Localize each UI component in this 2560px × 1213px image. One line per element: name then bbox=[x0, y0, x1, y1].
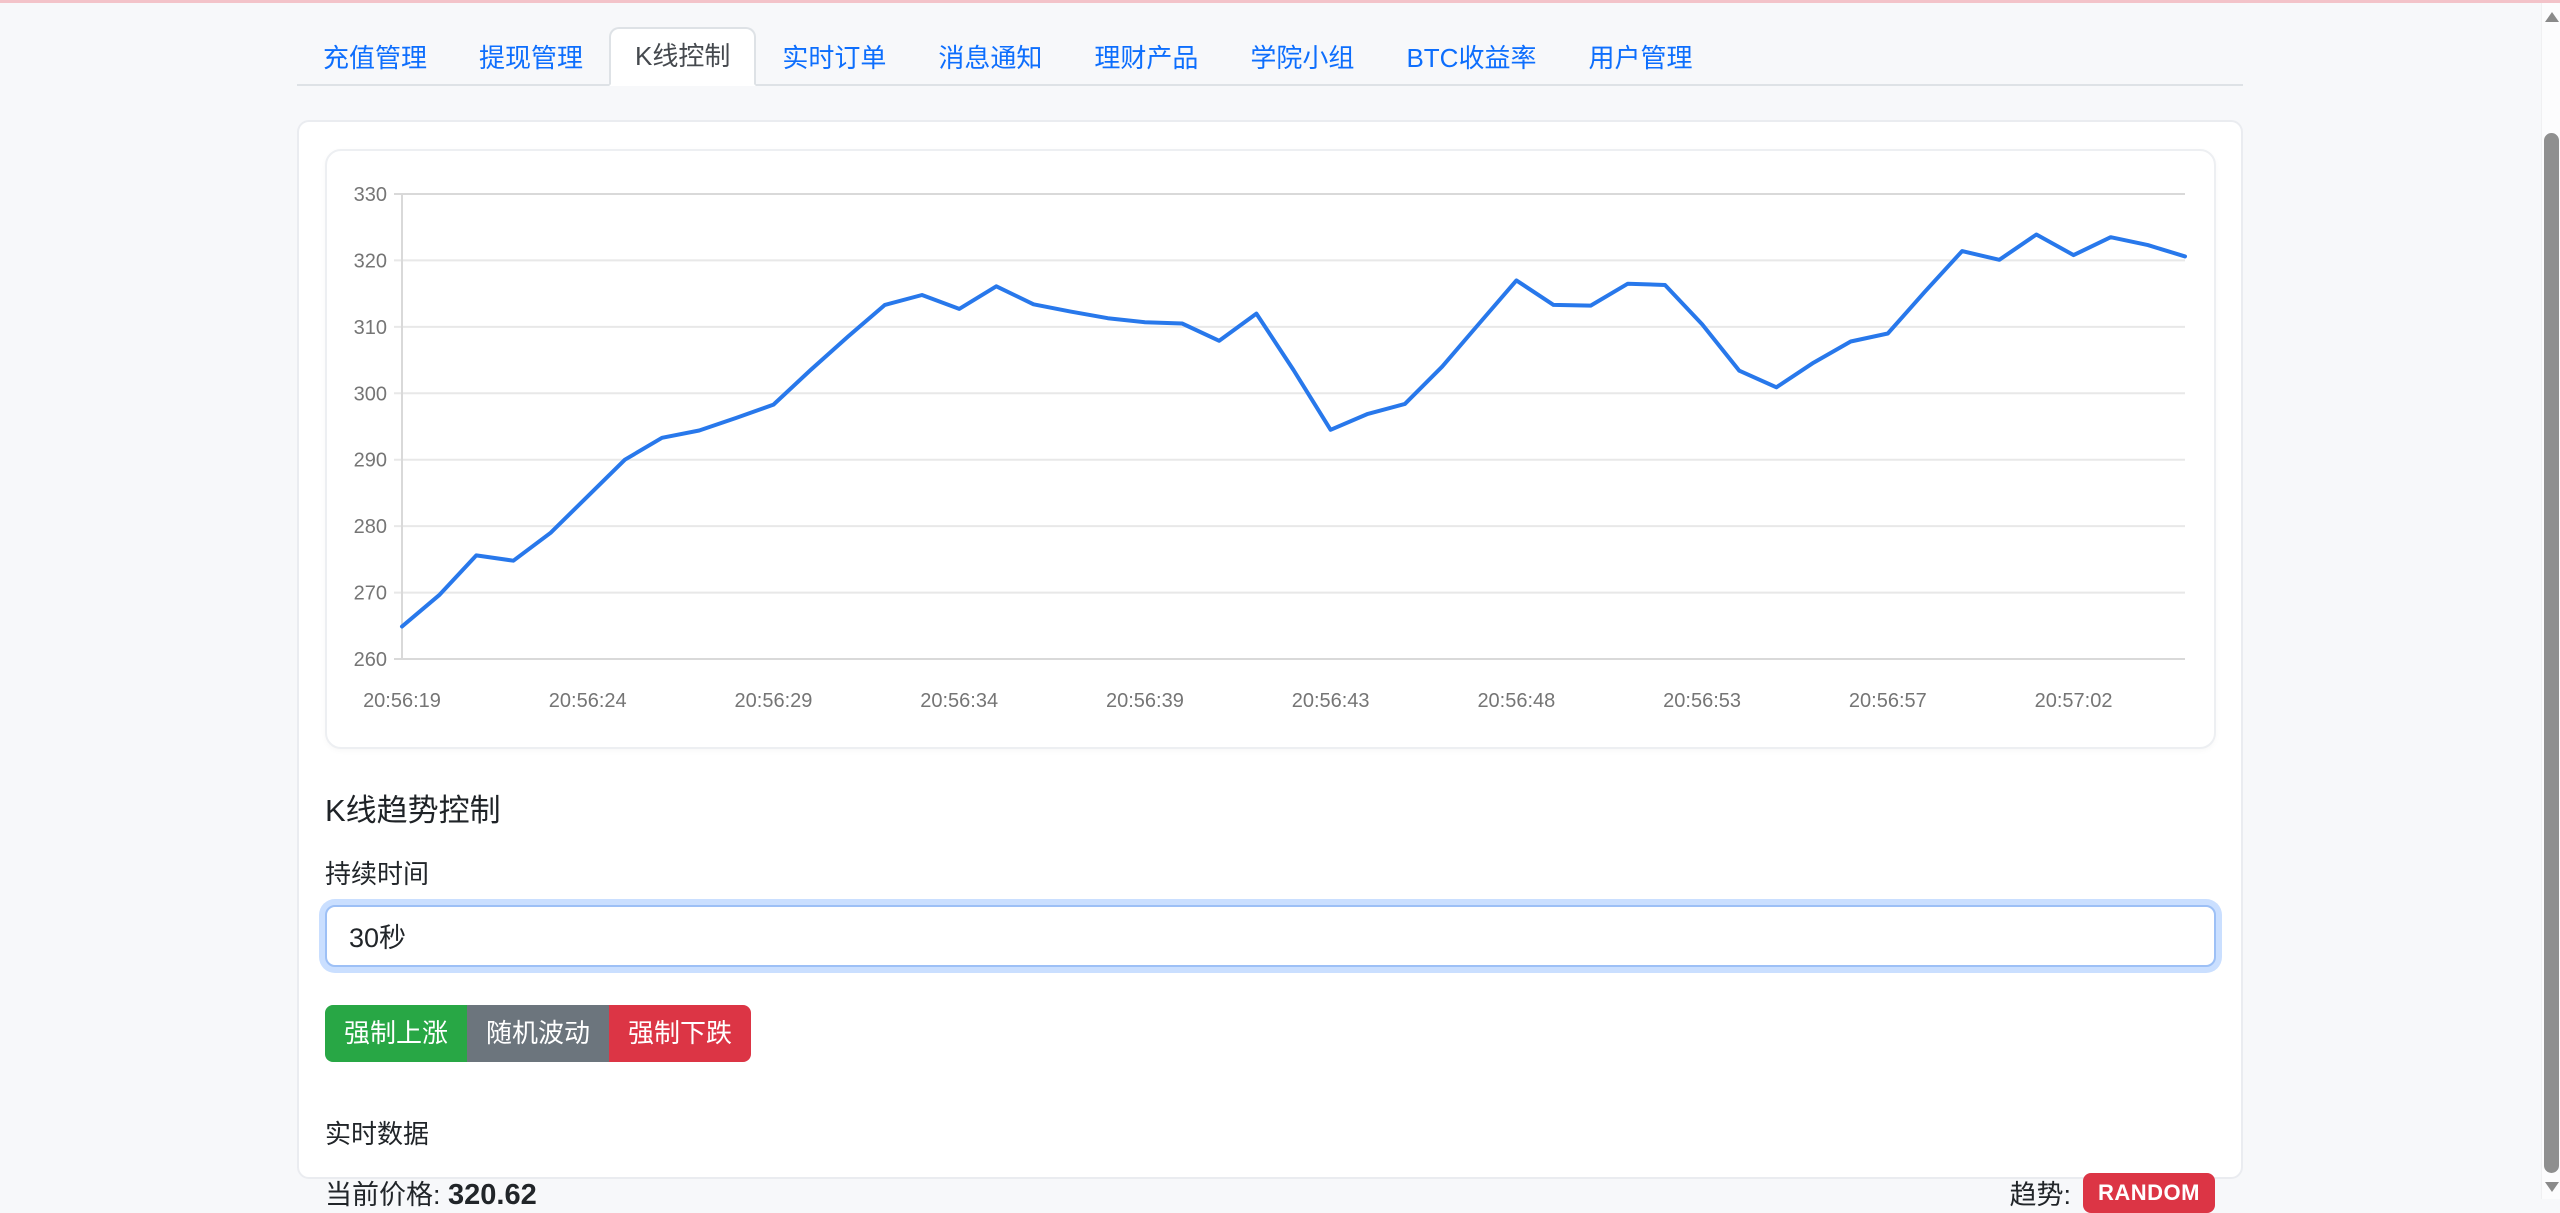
trend-badge: RANDOM bbox=[2083, 1173, 2215, 1213]
tab-message-notice[interactable]: 消息通知 bbox=[912, 29, 1068, 86]
svg-text:20:57:02: 20:57:02 bbox=[2035, 690, 2113, 712]
force-down-button[interactable]: 强制下跌 bbox=[609, 1005, 751, 1062]
tab-recharge-management[interactable]: 充值管理 bbox=[297, 29, 453, 86]
top-accent-strip bbox=[0, 0, 2560, 3]
svg-text:270: 270 bbox=[354, 582, 387, 604]
duration-input[interactable] bbox=[325, 905, 2216, 967]
scroll-up-icon[interactable] bbox=[2545, 12, 2559, 22]
current-price-label: 当前价格: bbox=[325, 1180, 441, 1210]
svg-text:20:56:34: 20:56:34 bbox=[920, 690, 998, 712]
kline-panel: 260 270 280 290 300 310 320 330 20:56:19 20:56:24… bbox=[297, 120, 2243, 1179]
force-up-button[interactable]: 强制上涨 bbox=[325, 1005, 467, 1062]
nav-tabs: 充值管理提现管理K线控制实时订单消息通知理财产品学院小组BTC收益率用户管理 bbox=[297, 27, 2243, 86]
tab-btc-yield[interactable]: BTC收益率 bbox=[1380, 29, 1562, 86]
tab-withdraw-management[interactable]: 提现管理 bbox=[453, 29, 609, 86]
price-chart-card: 260 270 280 290 300 310 320 330 20:56:19 20:56:24… bbox=[325, 149, 2216, 749]
tab-realtime-orders[interactable]: 实时订单 bbox=[756, 29, 912, 86]
scroll-down-icon[interactable] bbox=[2545, 1182, 2559, 1192]
realtime-row: 当前价格: 320.62 趋势: RANDOM bbox=[325, 1173, 2215, 1213]
tab-kline-control[interactable]: K线控制 bbox=[609, 27, 756, 86]
svg-text:300: 300 bbox=[354, 383, 387, 405]
svg-text:20:56:48: 20:56:48 bbox=[1477, 690, 1555, 712]
svg-text:290: 290 bbox=[354, 449, 387, 471]
svg-text:20:56:19: 20:56:19 bbox=[363, 690, 441, 712]
trend-button-group: 强制上涨 随机波动 强制下跌 bbox=[325, 1005, 751, 1062]
svg-text:20:56:39: 20:56:39 bbox=[1106, 690, 1184, 712]
current-price-value: 320.62 bbox=[448, 1179, 537, 1211]
svg-text:20:56:53: 20:56:53 bbox=[1663, 690, 1741, 712]
tab-academy-group[interactable]: 学院小组 bbox=[1224, 29, 1380, 86]
current-price: 当前价格: 320.62 bbox=[325, 1173, 537, 1212]
svg-text:20:56:24: 20:56:24 bbox=[549, 690, 627, 712]
realtime-data-heading: 实时数据 bbox=[325, 1114, 2215, 1151]
scrollbar[interactable] bbox=[2541, 3, 2560, 1199]
svg-text:20:56:43: 20:56:43 bbox=[1292, 690, 1370, 712]
svg-text:20:56:29: 20:56:29 bbox=[735, 690, 813, 712]
svg-text:260: 260 bbox=[354, 649, 387, 671]
main-container: 充值管理提现管理K线控制实时订单消息通知理财产品学院小组BTC收益率用户管理 2… bbox=[297, 27, 2243, 1179]
tab-wealth-products[interactable]: 理财产品 bbox=[1068, 29, 1224, 86]
trend-control-heading: K线趋势控制 bbox=[325, 785, 2215, 830]
svg-text:320: 320 bbox=[354, 250, 387, 272]
trend-status: 趋势: RANDOM bbox=[2009, 1173, 2215, 1213]
svg-text:280: 280 bbox=[354, 516, 387, 538]
random-fluctuation-button[interactable]: 随机波动 bbox=[467, 1005, 609, 1062]
tab-user-management[interactable]: 用户管理 bbox=[1562, 29, 1718, 86]
svg-text:330: 330 bbox=[354, 184, 387, 206]
scrollbar-thumb[interactable] bbox=[2544, 133, 2559, 1173]
trend-label: 趋势: bbox=[2009, 1173, 2071, 1212]
price-chart: 260 270 280 290 300 310 320 330 20:56:19 20:56:24… bbox=[327, 151, 2214, 747]
svg-text:20:56:57: 20:56:57 bbox=[1849, 690, 1927, 712]
duration-label: 持续时间 bbox=[325, 854, 2215, 891]
svg-text:310: 310 bbox=[354, 316, 387, 338]
